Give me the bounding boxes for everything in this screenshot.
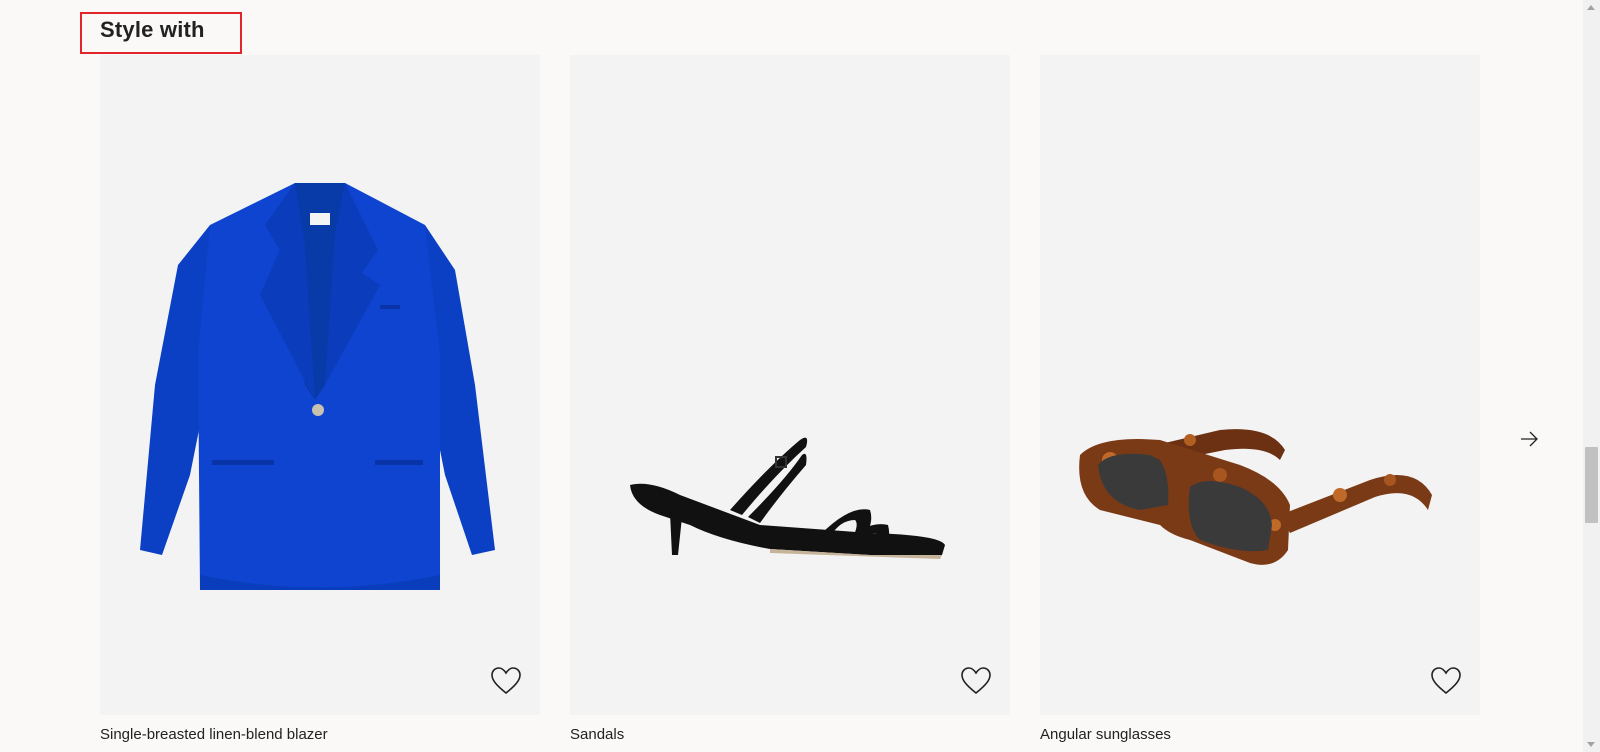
product-image-sunglasses[interactable] — [1040, 55, 1480, 715]
section-title: Style with — [100, 17, 205, 42]
product-image-blazer[interactable] — [100, 55, 540, 715]
favorite-button-blazer[interactable] — [490, 665, 522, 697]
favorite-button-sandals[interactable] — [960, 665, 992, 697]
style-with-section: Style with Single-breasted linen-blend b… — [0, 0, 1600, 752]
product-card-blazer[interactable]: Single-breasted linen-blend blazer — [100, 55, 540, 743]
carousel-next-button[interactable] — [1516, 426, 1542, 452]
blazer-image — [140, 183, 495, 590]
product-name[interactable]: Single-breasted linen-blend blazer — [100, 726, 540, 743]
favorite-button-sunglasses[interactable] — [1430, 665, 1462, 697]
scroll-up-icon[interactable] — [1587, 5, 1595, 10]
heart-outline-icon — [1431, 667, 1461, 695]
product-card-sandals[interactable]: Sandals — [570, 55, 1010, 743]
heart-outline-icon — [961, 667, 991, 695]
product-card-sunglasses[interactable]: Angular sunglasses — [1040, 55, 1480, 743]
scroll-down-icon[interactable] — [1587, 742, 1595, 747]
sandal-image — [630, 437, 945, 559]
arrow-right-icon — [1521, 431, 1538, 447]
heart-outline-icon — [491, 667, 521, 695]
sunglasses-image — [1079, 429, 1432, 565]
scroll-thumb[interactable] — [1585, 447, 1598, 523]
product-name[interactable]: Angular sunglasses — [1040, 726, 1480, 743]
product-name[interactable]: Sandals — [570, 726, 1010, 743]
product-image-sandals[interactable] — [570, 55, 1010, 715]
page-scrollbar[interactable] — [1583, 0, 1600, 752]
